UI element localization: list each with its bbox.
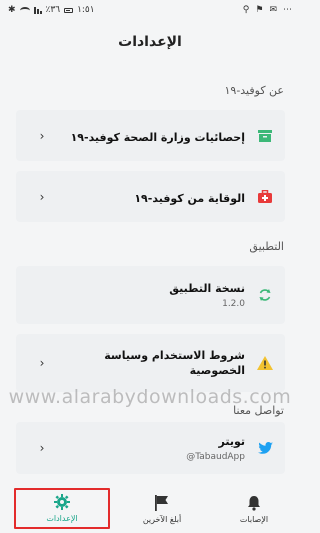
card-health-stats-title: إحصائيات وزارة الصحة كوفيد-١٩ [70, 131, 245, 144]
section-label-app: التطبيق [249, 240, 284, 253]
sync-icon [257, 287, 273, 303]
archive-icon [257, 128, 273, 144]
bell-icon [248, 496, 260, 511]
status-time: ١:٥١ [77, 4, 95, 15]
chevron-left-icon: ‹ [39, 189, 45, 204]
nav-notify-others-label: أبلغ الآخرين [142, 515, 182, 524]
card-twitter[interactable]: تويتر @TabaudApp ‹ [16, 422, 285, 474]
nav-exposures-label: الإصابات [239, 515, 269, 524]
card-health-stats[interactable]: إحصائيات وزارة الصحة كوفيد-١٩ ‹ [16, 110, 285, 161]
twitter-handle: @TabaudApp [186, 452, 245, 462]
card-terms-privacy-title: شروط الاستخدام وسياسة الخصوصية [104, 349, 245, 377]
nav-settings-label: الإعدادات [46, 514, 78, 523]
battery-percent: ٣٦٪ [45, 4, 61, 15]
gear-icon [54, 494, 70, 510]
section-label-contact: تواصل معنا [233, 404, 284, 417]
page-title: الإعدادات [118, 34, 182, 50]
status-left: ١:٥١ ٣٦٪ ✱ [8, 4, 95, 15]
card-terms-privacy[interactable]: شروط الاستخدام وسياسة الخصوصية ‹ [16, 334, 285, 392]
battery-icon [64, 7, 74, 13]
card-app-version: نسخة التطبيق 1.2.0 [16, 266, 285, 324]
status-right: ⚲ ⚑ ✉ ⋯ [242, 4, 292, 15]
chevron-left-icon: ‹ [39, 441, 45, 455]
flag-icon [155, 495, 168, 511]
running-icon: ⚑ [255, 4, 264, 15]
card-app-version-title: نسخة التطبيق [169, 282, 245, 295]
signal-icon [33, 6, 42, 14]
nav-exposures[interactable]: الإصابات [208, 486, 300, 533]
card-twitter-title: تويتر [218, 435, 246, 448]
section-label-covid: عن كوفيد-١٩ [224, 84, 284, 97]
chevron-left-icon: ‹ [39, 128, 45, 143]
wifi-icon [19, 6, 30, 14]
location-icon: ⚲ [242, 4, 250, 15]
card-prevention[interactable]: الوقاية من كوفيد-١٩ ‹ [16, 171, 285, 222]
bluetooth-icon: ✱ [8, 4, 16, 15]
menu-dots-icon: ⋯ [283, 4, 292, 15]
first-aid-kit-icon [257, 189, 273, 205]
status-bar: ١:٥١ ٣٦٪ ✱ ⚲ ⚑ ✉ ⋯ [0, 0, 300, 20]
bottom-nav: الإعدادات أبلغ الآخرين الإصابات [0, 486, 300, 533]
notification-icon: ✉ [269, 4, 277, 15]
chevron-left-icon: ‹ [39, 356, 45, 370]
warning-icon [257, 355, 273, 371]
app-version-number: 1.2.0 [222, 299, 245, 309]
nav-settings[interactable]: الإعدادات [14, 488, 110, 529]
nav-notify-others[interactable]: أبلغ الآخرين [116, 486, 208, 533]
twitter-icon [257, 440, 273, 456]
card-prevention-title: الوقاية من كوفيد-١٩ [134, 192, 245, 205]
